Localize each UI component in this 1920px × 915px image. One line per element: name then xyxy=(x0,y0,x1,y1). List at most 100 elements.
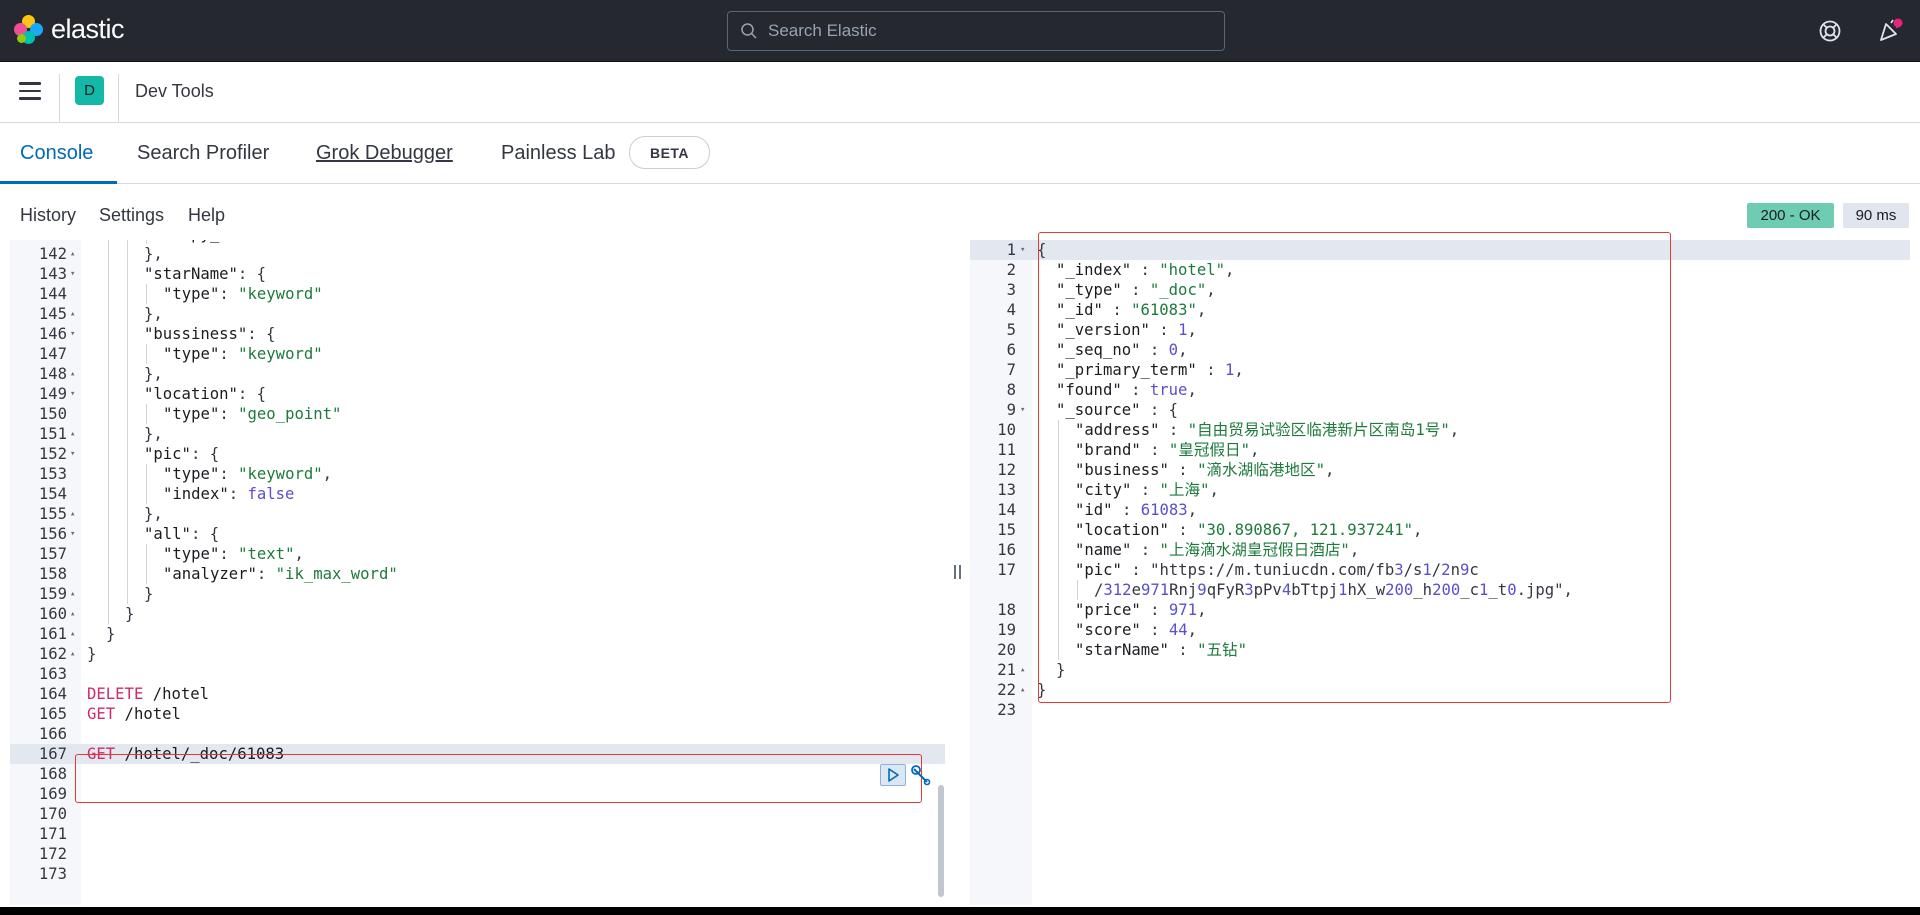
code-line[interactable]: 171 xyxy=(10,824,945,844)
tab-grok-debugger[interactable]: Grok Debugger xyxy=(316,142,453,165)
code-line[interactable]: 20 "starName" : "五钻" xyxy=(970,640,1910,660)
fold-expanded-icon[interactable]: ▾ xyxy=(70,524,75,544)
code-line[interactable]: 172 xyxy=(10,844,945,864)
code-line[interactable]: 23 xyxy=(970,700,1910,720)
fold-end-icon[interactable]: ▴ xyxy=(70,604,75,624)
code-line[interactable]: 12 "business" : "滴水湖临港地区", xyxy=(970,460,1910,480)
elastic-logo[interactable]: elastic xyxy=(14,14,125,45)
code-line[interactable]: 11 "brand" : "皇冠假日", xyxy=(970,440,1910,460)
code-line[interactable]: 146 ▾ "bussiness": { xyxy=(10,324,945,344)
code-line[interactable]: 166 xyxy=(10,724,945,744)
code-line[interactable]: 16 "name" : "上海滴水湖皇冠假日酒店", xyxy=(970,540,1910,560)
code-line[interactable]: 1 ▾ { xyxy=(970,240,1910,260)
code-line[interactable]: 173 xyxy=(10,864,945,884)
request-editor[interactable]: 141"copy_to": "all"142▴},143▾"starName":… xyxy=(10,240,945,905)
code-line[interactable]: 167 GET /hotel/_doc/61083 xyxy=(10,744,945,764)
code-line[interactable]: 4 "_id" : "61083", xyxy=(970,300,1910,320)
code-line[interactable]: 3 "_type" : "_doc", xyxy=(970,280,1910,300)
code-line[interactable]: 169 xyxy=(10,784,945,804)
code-line[interactable]: 168 xyxy=(10,764,945,784)
indent-guide xyxy=(108,544,109,564)
code-line[interactable]: 142 ▴}, xyxy=(10,244,945,264)
code-line[interactable]: 144 "type": "keyword" xyxy=(10,284,945,304)
fold-end-icon[interactable]: ▴ xyxy=(70,504,75,524)
fold-end-icon[interactable]: ▴ xyxy=(1020,680,1025,700)
code-line[interactable]: 2 "_index" : "hotel", xyxy=(970,260,1910,280)
code-line[interactable]: 22 ▴} xyxy=(970,680,1910,700)
code-line[interactable]: 156 ▾ "all": { xyxy=(10,524,945,544)
code-line[interactable]: 164 DELETE /hotel xyxy=(10,684,945,704)
fold-end-icon[interactable]: ▴ xyxy=(70,584,75,604)
code-line[interactable]: 152 ▾ "pic": { xyxy=(10,444,945,464)
tab-painless-lab[interactable]: Painless Lab xyxy=(501,142,616,165)
code-line[interactable]: 15 "location" : "30.890867, 121.937241", xyxy=(970,520,1910,540)
fold-end-icon[interactable]: ▴ xyxy=(70,304,75,324)
code-line[interactable]: 158 "analyzer": "ik_max_word" xyxy=(10,564,945,584)
code-line[interactable]: 151 ▴}, xyxy=(10,424,945,444)
fold-end-icon[interactable]: ▴ xyxy=(70,644,75,664)
code-line[interactable]: 154 "index": false xyxy=(10,484,945,504)
send-request-button[interactable] xyxy=(880,764,906,786)
line-number: 166 xyxy=(38,725,67,743)
code-line[interactable]: 18 "price" : 971, xyxy=(970,600,1910,620)
help-link[interactable]: Help xyxy=(188,205,225,226)
response-viewer[interactable]: 1 ▾{2 "_index" : "hotel", 3 "_type" : "_doc"… xyxy=(970,240,1910,905)
code-line[interactable]: 159 ▴} xyxy=(10,584,945,604)
fold-expanded-icon[interactable]: ▾ xyxy=(1020,400,1025,420)
code-line[interactable]: 9 ▾ "_source" : { xyxy=(970,400,1910,420)
code-line[interactable]: 17 "pic" : "https://m.tuniucdn.com/fb3/s1… xyxy=(970,560,1910,580)
code-line[interactable]: 13 "city" : "上海", xyxy=(970,480,1910,500)
code-line[interactable]: 165 GET /hotel xyxy=(10,704,945,724)
fold-expanded-icon[interactable]: ▾ xyxy=(70,324,75,344)
fold-end-icon[interactable]: ▴ xyxy=(70,244,75,264)
code-line[interactable]: 149 ▾ "location": { xyxy=(10,384,945,404)
fold-expanded-icon[interactable]: ▾ xyxy=(70,384,75,404)
code-line[interactable]: 7 "_primary_term" : 1, xyxy=(970,360,1910,380)
code-line[interactable]: 147 "type": "keyword" xyxy=(10,344,945,364)
global-search[interactable] xyxy=(727,11,1225,51)
code-line[interactable]: 8 "found" : true, xyxy=(970,380,1910,400)
indent-guide xyxy=(108,304,109,324)
code-line[interactable]: 153 "type": "keyword", xyxy=(10,464,945,484)
editor-scrollbar[interactable] xyxy=(938,785,944,897)
code-line[interactable]: /312e971Rnj9qFyR3pPv4bTtpj1hX_w200_h200_… xyxy=(970,580,1910,600)
code-line[interactable]: 145 ▴}, xyxy=(10,304,945,324)
resize-handle[interactable] xyxy=(954,565,964,579)
tab-console[interactable]: Console xyxy=(20,142,93,165)
code-line[interactable]: 143 ▾ "starName": { xyxy=(10,264,945,284)
code-line[interactable]: 170 xyxy=(10,804,945,824)
fold-expanded-icon[interactable]: ▾ xyxy=(70,444,75,464)
settings-link[interactable]: Settings xyxy=(99,205,164,226)
menu-icon[interactable] xyxy=(19,82,41,100)
tab-search-profiler[interactable]: Search Profiler xyxy=(137,142,269,165)
code-line[interactable]: 163 xyxy=(10,664,945,684)
code-line[interactable]: 19 "score" : 44, xyxy=(970,620,1910,640)
code-line[interactable]: 157 "type": "text", xyxy=(10,544,945,564)
code-line[interactable]: 150 "type": "geo_point" xyxy=(10,404,945,424)
wrench-icon[interactable] xyxy=(910,765,932,787)
code-line[interactable]: 162 ▴} xyxy=(10,644,945,664)
code-line[interactable]: 14 "id" : 61083, xyxy=(970,500,1910,520)
code-line[interactable]: 161 ▴} xyxy=(10,624,945,644)
code-line[interactable]: 148 ▴}, xyxy=(10,364,945,384)
search-input[interactable] xyxy=(768,21,1208,41)
fold-expanded-icon[interactable]: ▾ xyxy=(1020,240,1025,260)
fold-expanded-icon[interactable]: ▾ xyxy=(70,264,75,284)
newsfeed-icon[interactable] xyxy=(1876,18,1903,44)
fold-end-icon[interactable]: ▴ xyxy=(1020,660,1025,680)
code-line[interactable]: 10 "address" : "自由贸易试验区临港新片区南岛1号", xyxy=(970,420,1910,440)
line-number: 156 xyxy=(38,525,67,543)
code-line[interactable]: 21 ▴} xyxy=(970,660,1910,680)
fold-end-icon[interactable]: ▴ xyxy=(70,364,75,384)
lifebuoy-icon[interactable] xyxy=(1817,18,1843,44)
line-number: 150 xyxy=(38,405,67,423)
space-avatar[interactable]: D xyxy=(75,76,104,105)
fold-end-icon[interactable]: ▴ xyxy=(70,424,75,444)
code-line[interactable]: 6 "_seq_no" : 0, xyxy=(970,340,1910,360)
indent-guide xyxy=(108,344,109,364)
history-link[interactable]: History xyxy=(20,205,76,226)
fold-end-icon[interactable]: ▴ xyxy=(70,624,75,644)
code-line[interactable]: 160 ▴} xyxy=(10,604,945,624)
code-line[interactable]: 5 "_version" : 1, xyxy=(970,320,1910,340)
code-line[interactable]: 155 ▴}, xyxy=(10,504,945,524)
